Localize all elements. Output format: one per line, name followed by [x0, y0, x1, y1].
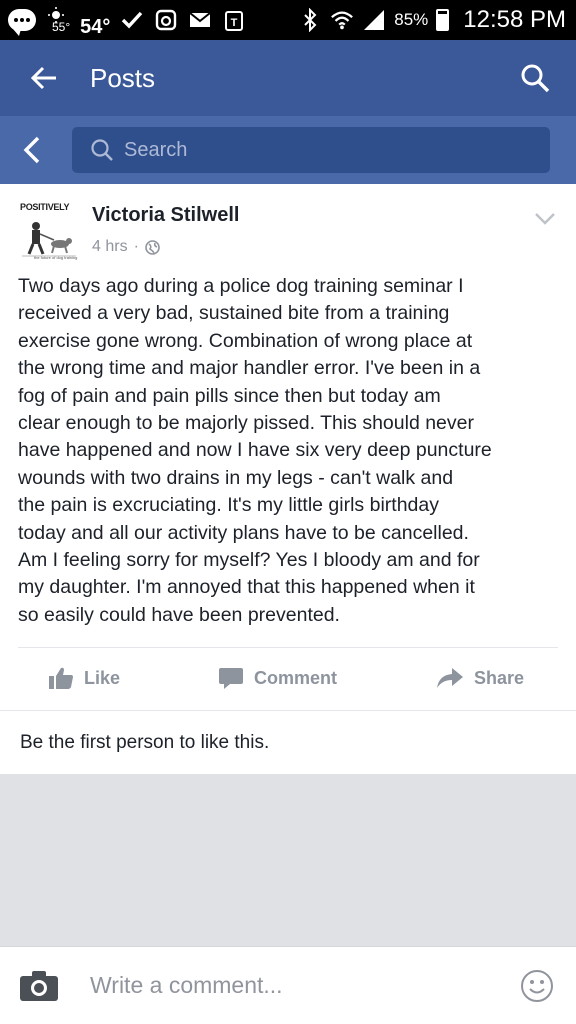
search-icon — [91, 139, 113, 161]
post-line: the pain is excruciating. It's my little… — [18, 494, 439, 517]
camera-icon[interactable] — [18, 969, 60, 1003]
search-bar: Search — [0, 116, 576, 184]
post-line: the wrong time and major handler error. … — [18, 357, 481, 380]
signal-icon — [362, 8, 386, 32]
tmobile-icon: T — [222, 8, 246, 32]
chevron-down-icon[interactable] — [534, 212, 556, 226]
svg-text:T: T — [231, 17, 238, 29]
status-bar: 55° 54° T 85% 12:58 PM — [0, 0, 576, 40]
post-line: today and all our activity plans have to… — [18, 521, 469, 544]
post-actions: Like Comment Share — [0, 648, 576, 708]
search-placeholder: Search — [124, 138, 188, 161]
comment-label: Comment — [254, 667, 338, 688]
post-card: POSITIVELY the future of dog training Vi… — [0, 184, 576, 774]
post-body: Two days ago during a police dog trainin… — [18, 273, 560, 629]
chevron-left-icon[interactable] — [22, 134, 52, 166]
meta-separator: · — [133, 238, 139, 255]
wifi-icon — [330, 8, 354, 32]
post-line: Two days ago during a police dog trainin… — [18, 275, 464, 297]
app-bar: Posts — [0, 40, 576, 116]
thumbs-up-icon — [49, 667, 73, 689]
avatar[interactable]: POSITIVELY the future of dog training — [18, 200, 80, 262]
post-line: exercise gone wrong. Combination of wron… — [18, 329, 473, 352]
clock: 12:58 PM — [463, 6, 566, 33]
weather-low: 55° — [52, 20, 71, 34]
weather-widget: 55° 54° — [46, 7, 111, 38]
back-arrow-icon[interactable] — [30, 63, 60, 93]
emoji-icon[interactable] — [520, 969, 554, 1003]
like-label: Like — [84, 667, 121, 688]
comment-icon — [219, 668, 243, 689]
post-line: received a very bad, sustained bite from… — [18, 302, 450, 325]
dog-trainer-illustration — [22, 222, 76, 257]
divider — [0, 710, 576, 711]
post-line: wounds with two drains in my legs - can'… — [18, 466, 454, 489]
post-line: clear enough to be majorly pissed. This … — [18, 412, 474, 435]
post-time[interactable]: 4 hrs — [92, 238, 128, 256]
bluetooth-icon — [298, 8, 322, 32]
comment-input[interactable]: Write a comment... — [90, 972, 520, 999]
globe-icon — [145, 239, 160, 255]
comment-button[interactable]: Comment — [218, 658, 337, 698]
post-line: my daughter. I'm annoyed that this happe… — [18, 576, 475, 599]
page-title: Posts — [90, 62, 156, 93]
post-line: have happened and now I have six very de… — [18, 439, 492, 462]
share-arrow-icon — [437, 668, 463, 688]
battery-icon — [436, 9, 450, 31]
post-line: fog of pain and pain pills since then bu… — [18, 384, 441, 407]
chat-notification-icon — [8, 9, 36, 36]
like-button[interactable]: Like — [48, 658, 120, 698]
share-button[interactable]: Share — [436, 658, 524, 698]
post-line: so easily could have been prevented. — [18, 603, 340, 626]
share-label: Share — [474, 667, 525, 688]
temperature: 54° — [80, 16, 111, 38]
check-icon — [120, 8, 144, 32]
instagram-icon — [154, 8, 178, 32]
post-author[interactable]: Victoria Stilwell — [92, 204, 239, 227]
comment-composer: Write a comment... — [0, 946, 576, 1024]
likes-summary: Be the first person to like this. — [20, 732, 270, 753]
search-input[interactable]: Search — [72, 127, 550, 173]
search-icon[interactable] — [518, 61, 552, 95]
mail-icon — [188, 8, 212, 32]
post-meta: 4 hrs · — [92, 238, 160, 256]
avatar-tagline: the future of dog training — [34, 255, 78, 260]
battery-percent: 85% — [394, 10, 429, 29]
post-line: Am I feeling sorry for myself? Yes I blo… — [18, 549, 480, 572]
